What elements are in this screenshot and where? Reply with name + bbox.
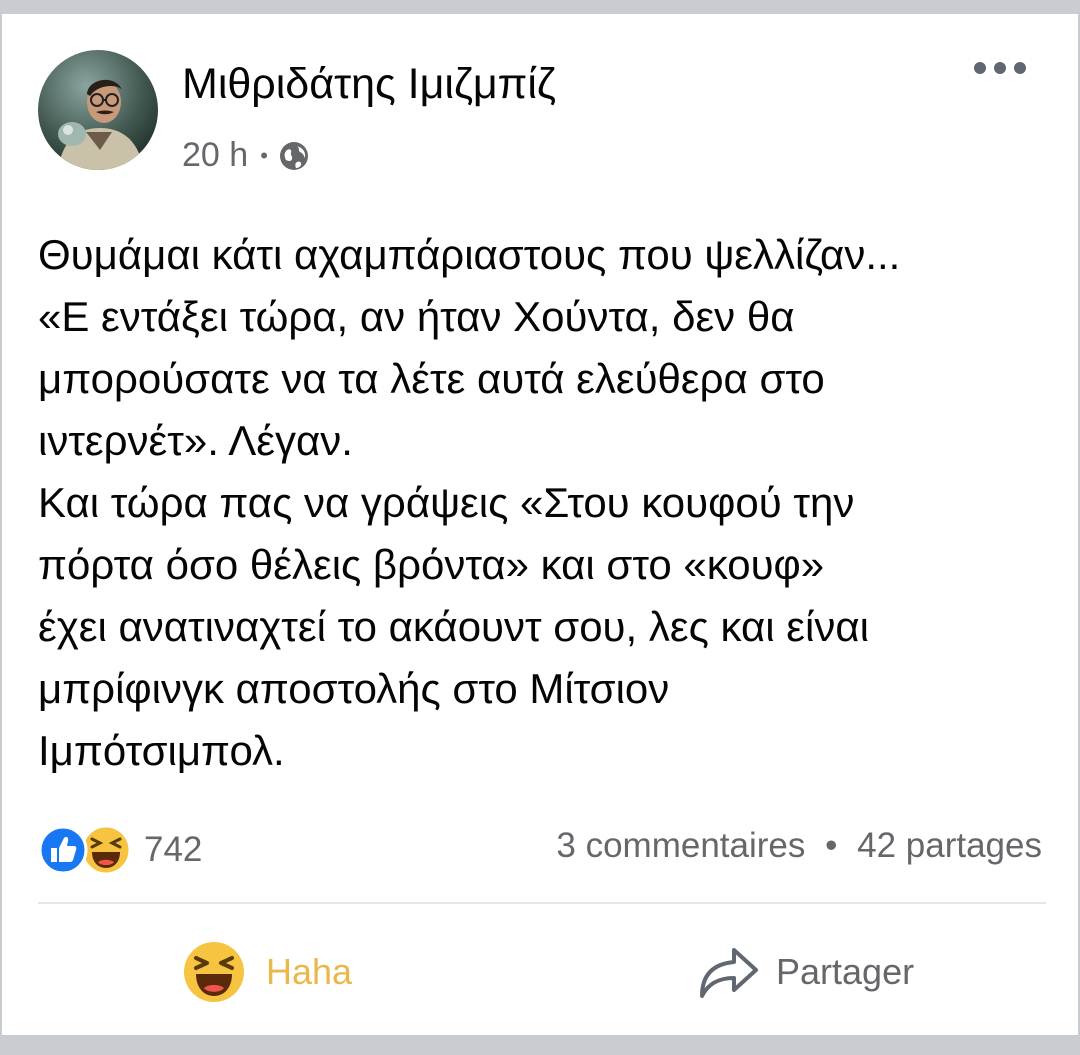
- post-text: Θυμάμαι κάτι αχαμπάριαστους που ψελλίζαν…: [38, 224, 1058, 782]
- post-text-line: ιντερνέτ». Λέγαν.: [38, 417, 353, 464]
- author-avatar[interactable]: [38, 50, 158, 170]
- meta-separator: •: [260, 142, 268, 168]
- comments-count[interactable]: 3 commentaires: [556, 826, 805, 865]
- reaction-count: 742: [144, 830, 203, 869]
- author-name[interactable]: Μιθριδάτης Ιμιζμπίζ: [182, 60, 556, 109]
- post-text-line: «Ε εντάξει τώρα, αν ήταν Χούντα, δεν θα: [38, 293, 795, 340]
- reaction-summary[interactable]: 742: [38, 824, 202, 876]
- share-label: Partager: [776, 951, 915, 992]
- haha-label: Haha: [266, 951, 353, 992]
- like-icon: [38, 825, 88, 875]
- screen-frame: Μιθριδάτης Ιμιζμπίζ 20 h • Θυμάμαι κάτι …: [0, 0, 1080, 1055]
- shares-count[interactable]: 42 partages: [857, 826, 1042, 865]
- globe-icon[interactable]: [278, 140, 310, 172]
- post-text-line: Και τώρα πας να γράψεις «Στου κουφού την: [38, 479, 855, 526]
- divider: [38, 902, 1046, 904]
- haha-button[interactable]: Haha: [182, 940, 352, 1004]
- share-arrow-icon: [696, 940, 760, 1004]
- more-dot: [1014, 62, 1026, 74]
- post-text-line: μπρίφινγκ αποστολής στο Μίτσιον: [38, 665, 670, 712]
- post-time[interactable]: 20 h: [182, 136, 248, 175]
- post-stats: 3 commentaires • 42 partages: [556, 826, 1042, 866]
- post-text-line: μπορούσατε να τα λέτε αυτά ελεύθερα στο: [38, 355, 825, 402]
- post-meta: 20 h •: [182, 136, 310, 175]
- more-options-icon[interactable]: [974, 62, 1026, 74]
- post-text-line: Ιμπότσιμπολ.: [38, 727, 285, 774]
- post-text-line: έχει ανατιναχτεί το ακάουντ σου, λες και…: [38, 603, 869, 650]
- share-button[interactable]: Partager: [696, 940, 914, 1004]
- more-dot: [994, 62, 1006, 74]
- post-card: Μιθριδάτης Ιμιζμπίζ 20 h • Θυμάμαι κάτι …: [2, 14, 1078, 1035]
- stats-separator: •: [825, 826, 838, 865]
- more-dot: [974, 62, 986, 74]
- post-text-line: πόρτα όσο θέλεις βρόντα» και στο «κουφ»: [38, 541, 825, 588]
- post-text-line: Θυμάμαι κάτι αχαμπάριαστους που ψελλίζαν…: [38, 231, 901, 278]
- haha-icon: [182, 940, 246, 1004]
